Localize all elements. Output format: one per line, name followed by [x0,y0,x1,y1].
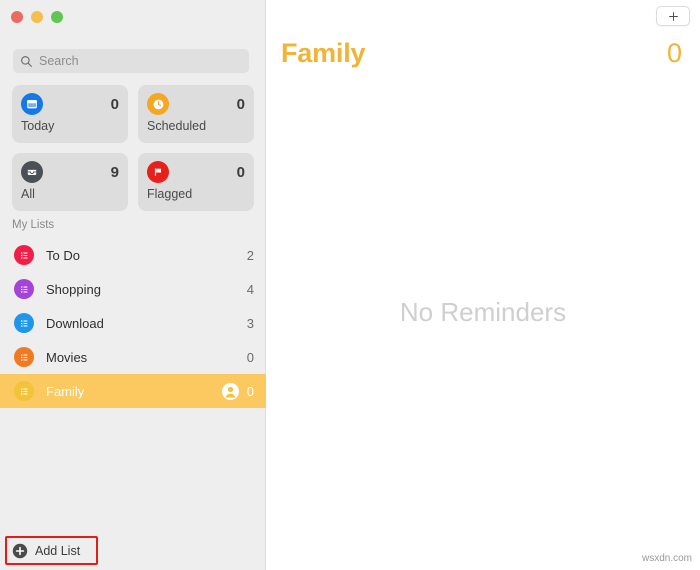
close-button[interactable] [11,11,23,23]
smart-list-all[interactable]: 9 All [12,153,128,211]
list-item-family[interactable]: Family 0 [0,374,266,408]
smart-list-scheduled[interactable]: 0 Scheduled [138,85,254,143]
smart-list-scheduled-count: 0 [236,95,245,113]
my-lists-header: My Lists [12,219,55,231]
smart-list-scheduled-top: 0 [147,93,245,115]
toolbar [266,0,700,32]
my-lists: To Do 2 Shopping 4 Download 3 Movies 0 F… [0,238,266,408]
list-item-count: 3 [246,315,254,331]
reminder-count: 0 [666,38,682,68]
list-item-shopping[interactable]: Shopping 4 [0,272,266,306]
search-input[interactable] [39,54,242,68]
watermark: wsxdn.com [641,553,692,564]
plus-circle-icon [12,543,28,559]
add-list-button[interactable]: Add List [12,541,80,561]
smart-lists-grid: 0 Today 0 Scheduled 9 All 0 Flagged [12,85,254,211]
list-bullet-icon [14,381,34,401]
calendar-icon [21,93,43,115]
main-content: Family 0 No Reminders wsxdn.com [266,0,700,570]
list-item-movies[interactable]: Movies 0 [0,340,266,374]
smart-list-flagged-label: Flagged [147,187,193,201]
list-bullet-icon [14,245,34,265]
list-item-count: 4 [246,281,254,297]
search-bar[interactable] [13,49,249,73]
list-item-label: Movies [46,349,88,365]
smart-list-today-count: 0 [110,95,119,113]
add-list-label: Add List [35,543,81,558]
shared-person-icon[interactable] [221,382,239,400]
list-item-to-do[interactable]: To Do 2 [0,238,266,272]
search-icon [21,55,32,67]
reminders-window: 0 Today 0 Scheduled [0,0,700,570]
list-item-label: To Do [46,247,80,263]
smart-list-flagged-top: 0 [147,161,245,183]
smart-list-today[interactable]: 0 Today [12,85,128,143]
list-item-download[interactable]: Download 3 [0,306,266,340]
window-controls [11,11,63,23]
list-item-count: 0 [246,383,254,399]
list-bullet-icon [14,279,34,299]
list-item-label: Shopping [46,281,101,297]
clock-icon [147,93,169,115]
list-item-count: 2 [246,247,254,263]
plus-icon [668,11,678,21]
minimize-button[interactable] [31,11,43,23]
list-item-count: 0 [246,349,254,365]
empty-state-message: No Reminders [399,297,567,327]
smart-list-all-count: 9 [110,163,119,181]
list-bullet-icon [14,347,34,367]
page-title: Family [281,38,366,68]
smart-list-scheduled-label: Scheduled [147,119,207,133]
maximize-button[interactable] [51,11,63,23]
smart-list-today-label: Today [21,119,55,133]
smart-list-all-top: 9 [21,161,119,183]
smart-list-all-label: All [21,187,35,201]
inbox-icon [21,161,43,183]
list-item-label: Family [46,383,85,399]
flag-icon [147,161,169,183]
list-item-label: Download [46,315,104,331]
add-reminder-button[interactable] [656,6,690,26]
list-header: Family 0 [281,40,682,67]
sidebar: 0 Today 0 Scheduled [0,0,266,570]
smart-list-flagged[interactable]: 0 Flagged [138,153,254,211]
list-bullet-icon [14,313,34,333]
smart-list-flagged-count: 0 [236,163,245,181]
smart-list-today-top: 0 [21,93,119,115]
